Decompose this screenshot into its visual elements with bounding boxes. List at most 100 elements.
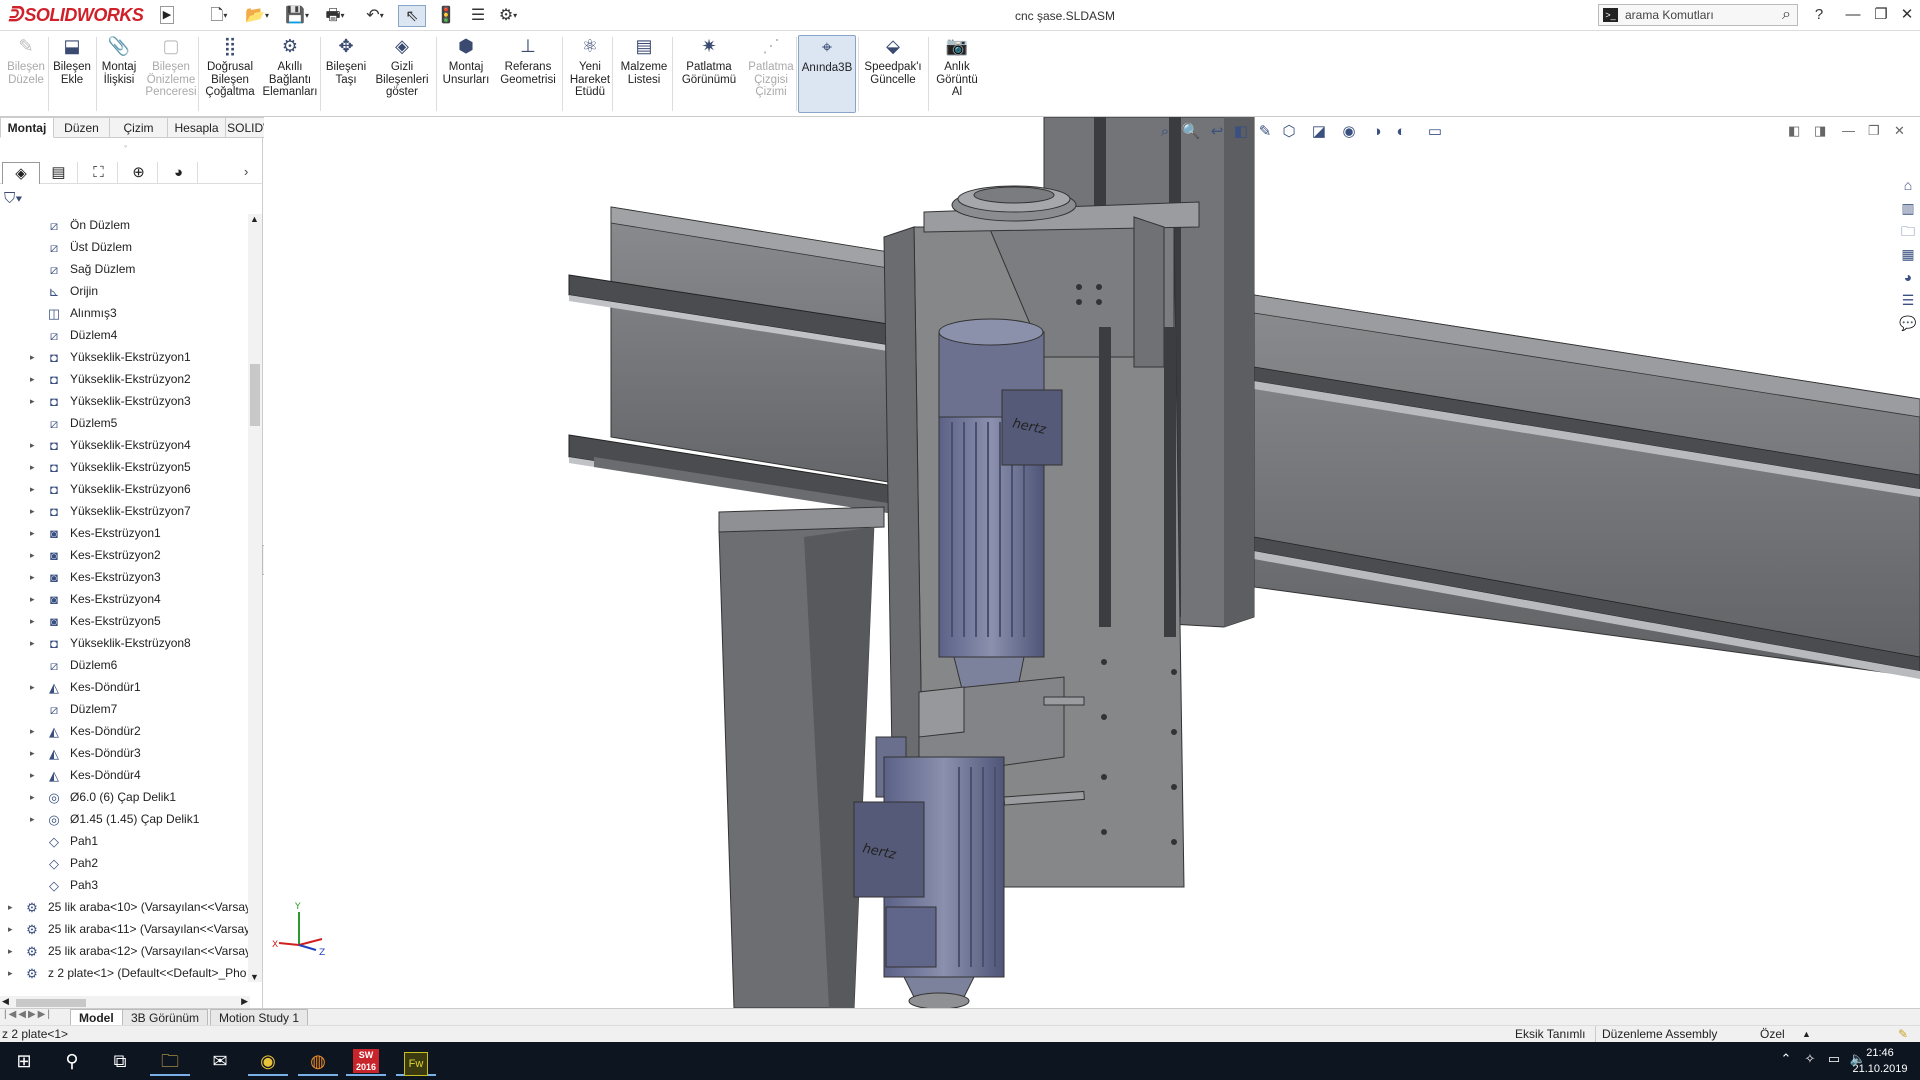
feature-tree-item[interactable]: ▸ ⚙ 25 lik araba<10> (Varsayılan<<Varsay (0, 896, 250, 918)
feature-tree-item[interactable]: ▸ ◙ Kes-Ekstrüzyon2 (0, 544, 250, 566)
restore-button[interactable]: ❐ (1870, 4, 1892, 26)
expand-arrow-icon[interactable]: ▸ (30, 742, 40, 764)
viewport-close-icon[interactable]: ✕ (1894, 123, 1905, 139)
tree-scroll-thumb[interactable] (250, 364, 260, 426)
configuration-manager-tab-icon[interactable]: ⛶ (80, 162, 118, 184)
viewport-minimize-icon[interactable]: — (1842, 123, 1855, 138)
feature-tree-item[interactable]: ◇ Pah1 (0, 830, 250, 852)
display-style-icon[interactable]: ◪ (1308, 121, 1330, 143)
assembly-model-view[interactable]: hertz hertz Y X Z (264, 117, 1920, 1008)
expand-arrow-icon[interactable]: ▸ (30, 456, 40, 478)
ribbon-button-speedpak[interactable]: ⬙ Speedpak'ı Güncelle (860, 35, 926, 113)
forum-icon[interactable]: 💬 (1898, 313, 1918, 333)
fireworks-taskbar-icon[interactable]: Fw (396, 1046, 436, 1076)
expand-arrow-icon[interactable]: ▸ (30, 544, 40, 566)
feature-tree-item[interactable]: ▸ ◘ Yükseklik-Ekstrüzyon4 (0, 434, 250, 456)
ribbon-button-preview-window[interactable]: ▢ Bileşen Önizleme Penceresi (144, 35, 198, 113)
minimize-button[interactable]: — (1842, 4, 1864, 26)
ribbon-button-move-component[interactable]: ✥ Bileşeni Taşı (322, 35, 370, 113)
support-leg[interactable] (718, 506, 885, 1008)
expand-arrow-icon[interactable]: ▸ (30, 500, 40, 522)
feature-tree-item[interactable]: ▸ ◎ Ø6.0 (6) Çap Delik1 (0, 786, 250, 808)
expand-arrow-icon[interactable]: ▸ (8, 896, 18, 918)
scroll-left-icon[interactable]: ◀ (2, 996, 9, 1007)
ribbon-button-smart-fasteners[interactable]: ⚙ Akıllı Bağlantı Elemanları (262, 35, 318, 113)
search-commands-input[interactable]: >_ arama Komutları ⌕ (1598, 4, 1798, 26)
ribbon-button-exploded-view[interactable]: ✷ Patlatma Görünümü (676, 35, 742, 113)
network-icon[interactable]: ▭ (1824, 1051, 1844, 1067)
feature-tree-item[interactable]: ⧄ Sağ Düzlem (0, 258, 250, 280)
feature-tree-item[interactable]: ▸ ◭ Kes-Döndür3 (0, 742, 250, 764)
command-tab-3[interactable]: Çizim (110, 117, 168, 138)
section-view-icon[interactable]: ◧ (1230, 121, 1252, 143)
feature-tree-item[interactable]: ▸ ◭ Kes-Döndür1 (0, 676, 250, 698)
feature-tree-item[interactable]: ⧄ Düzlem4 (0, 324, 250, 346)
design-library-icon[interactable]: ▥ (1898, 198, 1918, 218)
ribbon-button-linear-pattern[interactable]: ⣿ Doğrusal Bileşen Çoğaltma (200, 35, 260, 113)
file-explorer-icon[interactable]: 🗀 (1898, 221, 1918, 241)
feature-tree-item[interactable]: ◫ Alınmış3 (0, 302, 250, 324)
help-button[interactable]: ? (1808, 4, 1830, 26)
windows-start-icon[interactable]: ⊞ (4, 1046, 44, 1076)
solidworks-resources-icon[interactable]: ⌂ (1898, 175, 1918, 195)
ribbon-button-instant3d[interactable]: ⌖ Anında3B (798, 35, 856, 113)
lower-spindle-motor[interactable]: hertz (853, 736, 1005, 1008)
previous-view-icon[interactable]: ↩ (1206, 121, 1228, 143)
command-tab-4[interactable]: Hesapla (168, 117, 226, 138)
tray-chevron-icon[interactable]: ⌃ (1776, 1051, 1796, 1067)
units-dropdown-icon[interactable]: ▲ (1802, 1026, 1811, 1043)
feature-tree-item[interactable]: ▸ ◙ Kes-Ekstrüzyon4 (0, 588, 250, 610)
expand-arrow-icon[interactable]: ▸ (30, 588, 40, 610)
expand-arrow-icon[interactable]: ▸ (30, 346, 40, 368)
search-icon[interactable]: ⌕ (1782, 5, 1791, 25)
ribbon-button-insert-component[interactable]: ⬓ Bileşen Ekle (52, 35, 92, 113)
feature-tree-item[interactable]: ▸ ◘ Yükseklik-Ekstrüzyon2 (0, 368, 250, 390)
expand-arrow-icon[interactable]: ▸ (30, 522, 40, 544)
property-manager-tab-icon[interactable]: ▤ (40, 162, 78, 184)
command-tab-2[interactable]: Düzen (54, 117, 110, 138)
viewport-tile-right-icon[interactable]: ◨ (1814, 123, 1826, 139)
panel-grip[interactable]: ◦ (124, 141, 127, 151)
expand-arrow-icon[interactable]: ▸ (30, 808, 40, 830)
feature-tree-item[interactable]: ▸ ⚙ 25 lik araba<12> (Varsayılan<<Varsay (0, 940, 250, 962)
view-palette-icon[interactable]: ▦ (1898, 244, 1918, 264)
firefox-icon[interactable]: ◍ (298, 1046, 338, 1076)
ribbon-button-mate[interactable]: 📎 Montaj İlişkisi (98, 35, 140, 113)
ribbon-button-explode-line[interactable]: ⋰ Patlatma Çizgisi Çizimi (742, 35, 800, 113)
search-icon[interactable]: ⚲ (52, 1046, 92, 1076)
expand-arrow-icon[interactable]: ▸ (30, 764, 40, 786)
ribbon-button-bom[interactable]: ▤ Malzeme Listesi (618, 35, 670, 113)
bottom-tab-2[interactable]: 3B Görünüm (122, 1009, 209, 1026)
feature-tree-item[interactable]: ▸ ◭ Kes-Döndür4 (0, 764, 250, 786)
dropbox-icon[interactable]: ✧ (1800, 1051, 1820, 1067)
feature-tree-item[interactable]: ▸ ◙ Kes-Ekstrüzyon5 (0, 610, 250, 632)
dimxpert-tab-icon[interactable]: ⊕ (120, 162, 158, 184)
chrome-icon[interactable]: ◉ (248, 1046, 288, 1076)
tab-scroll-arrows[interactable]: |◀◀▶▶| (4, 1009, 52, 1020)
feature-tree-item[interactable]: ▸ ◎ Ø1.45 (1.45) Çap Delik1 (0, 808, 250, 830)
scroll-down-icon[interactable]: ▼ (250, 972, 259, 982)
feature-tree-item[interactable]: ⧄ Üst Düzlem (0, 236, 250, 258)
expand-arrow-icon[interactable]: ▸ (30, 390, 40, 412)
edit-appearance-icon[interactable]: ◑ (1366, 121, 1388, 143)
expand-arrow-icon[interactable]: ▸ (8, 940, 18, 962)
expand-arrow-icon[interactable]: ▸ (30, 478, 40, 500)
view-orientation-icon[interactable]: ⬡ (1278, 121, 1300, 143)
ribbon-button-snapshot[interactable]: 📷 Anlık Görüntü Al (930, 35, 984, 113)
zoom-to-area-icon[interactable]: 🔍 (1180, 121, 1202, 143)
feature-tree-item[interactable]: ▸ ◙ Kes-Ekstrüzyon1 (0, 522, 250, 544)
feature-tree-item[interactable]: ▸ ◘ Yükseklik-Ekstrüzyon1 (0, 346, 250, 368)
scroll-up-icon[interactable]: ▲ (250, 214, 259, 224)
feature-tree-item[interactable]: ⧄ Düzlem6 (0, 654, 250, 676)
feature-tree-item[interactable]: ▸ ◘ Yükseklik-Ekstrüzyon8 (0, 632, 250, 654)
feature-tree-item[interactable]: ▸ ⚙ 25 lik araba<11> (Varsayılan<<Varsay (0, 918, 250, 940)
display-manager-tab-icon[interactable]: ◕ (160, 162, 198, 184)
feature-manager-tab-icon[interactable]: ◈ (2, 162, 40, 184)
feature-tree-item[interactable]: ⧄ Ön Düzlem (0, 214, 250, 236)
expand-arrow-icon[interactable]: ▸ (30, 676, 40, 698)
custom-properties-icon[interactable]: ☰ (1898, 290, 1918, 310)
close-button[interactable]: ✕ (1896, 4, 1918, 26)
expand-arrow-icon[interactable]: ▸ (30, 786, 40, 808)
solidworks-taskbar-icon[interactable]: SW 2016 (346, 1046, 386, 1076)
file-explorer-icon[interactable]: 🗀 (150, 1046, 190, 1076)
